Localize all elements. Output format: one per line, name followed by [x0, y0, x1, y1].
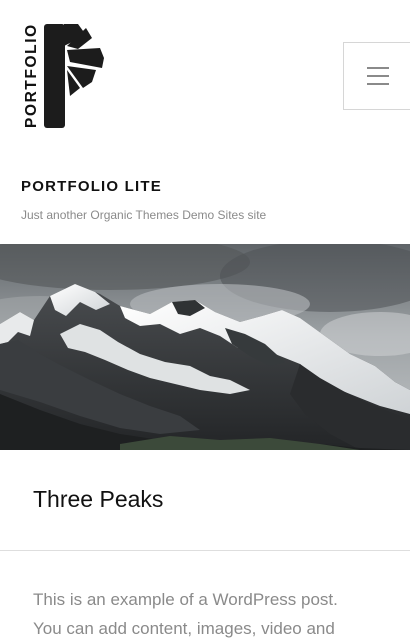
site-title[interactable]: PORTFOLIO LITE — [21, 178, 162, 195]
excerpt-line: You can add content, images, video and — [33, 619, 335, 638]
excerpt-line: This is an example of a WordPress post. — [33, 590, 338, 609]
logo-wordmark: PORTFOLIO — [23, 23, 40, 128]
snowy-mountain-peaks-image — [0, 244, 410, 450]
portfolio-logo-icon: PORTFOLIO — [23, 23, 104, 128]
post-excerpt: This is an example of a WordPress post. … — [33, 585, 393, 640]
post-title[interactable]: Three Peaks — [33, 486, 163, 513]
site-description: Just another Organic Themes Demo Sites s… — [21, 208, 267, 222]
featured-image[interactable] — [0, 244, 410, 450]
site-header: PORTFOLIO PORTFOLIO LITE Just another Or… — [0, 0, 410, 244]
site-logo[interactable]: PORTFOLIO — [20, 22, 108, 132]
menu-toggle-button[interactable] — [343, 42, 410, 110]
divider — [0, 550, 410, 551]
page: PORTFOLIO PORTFOLIO LITE Just another Or… — [0, 0, 410, 640]
